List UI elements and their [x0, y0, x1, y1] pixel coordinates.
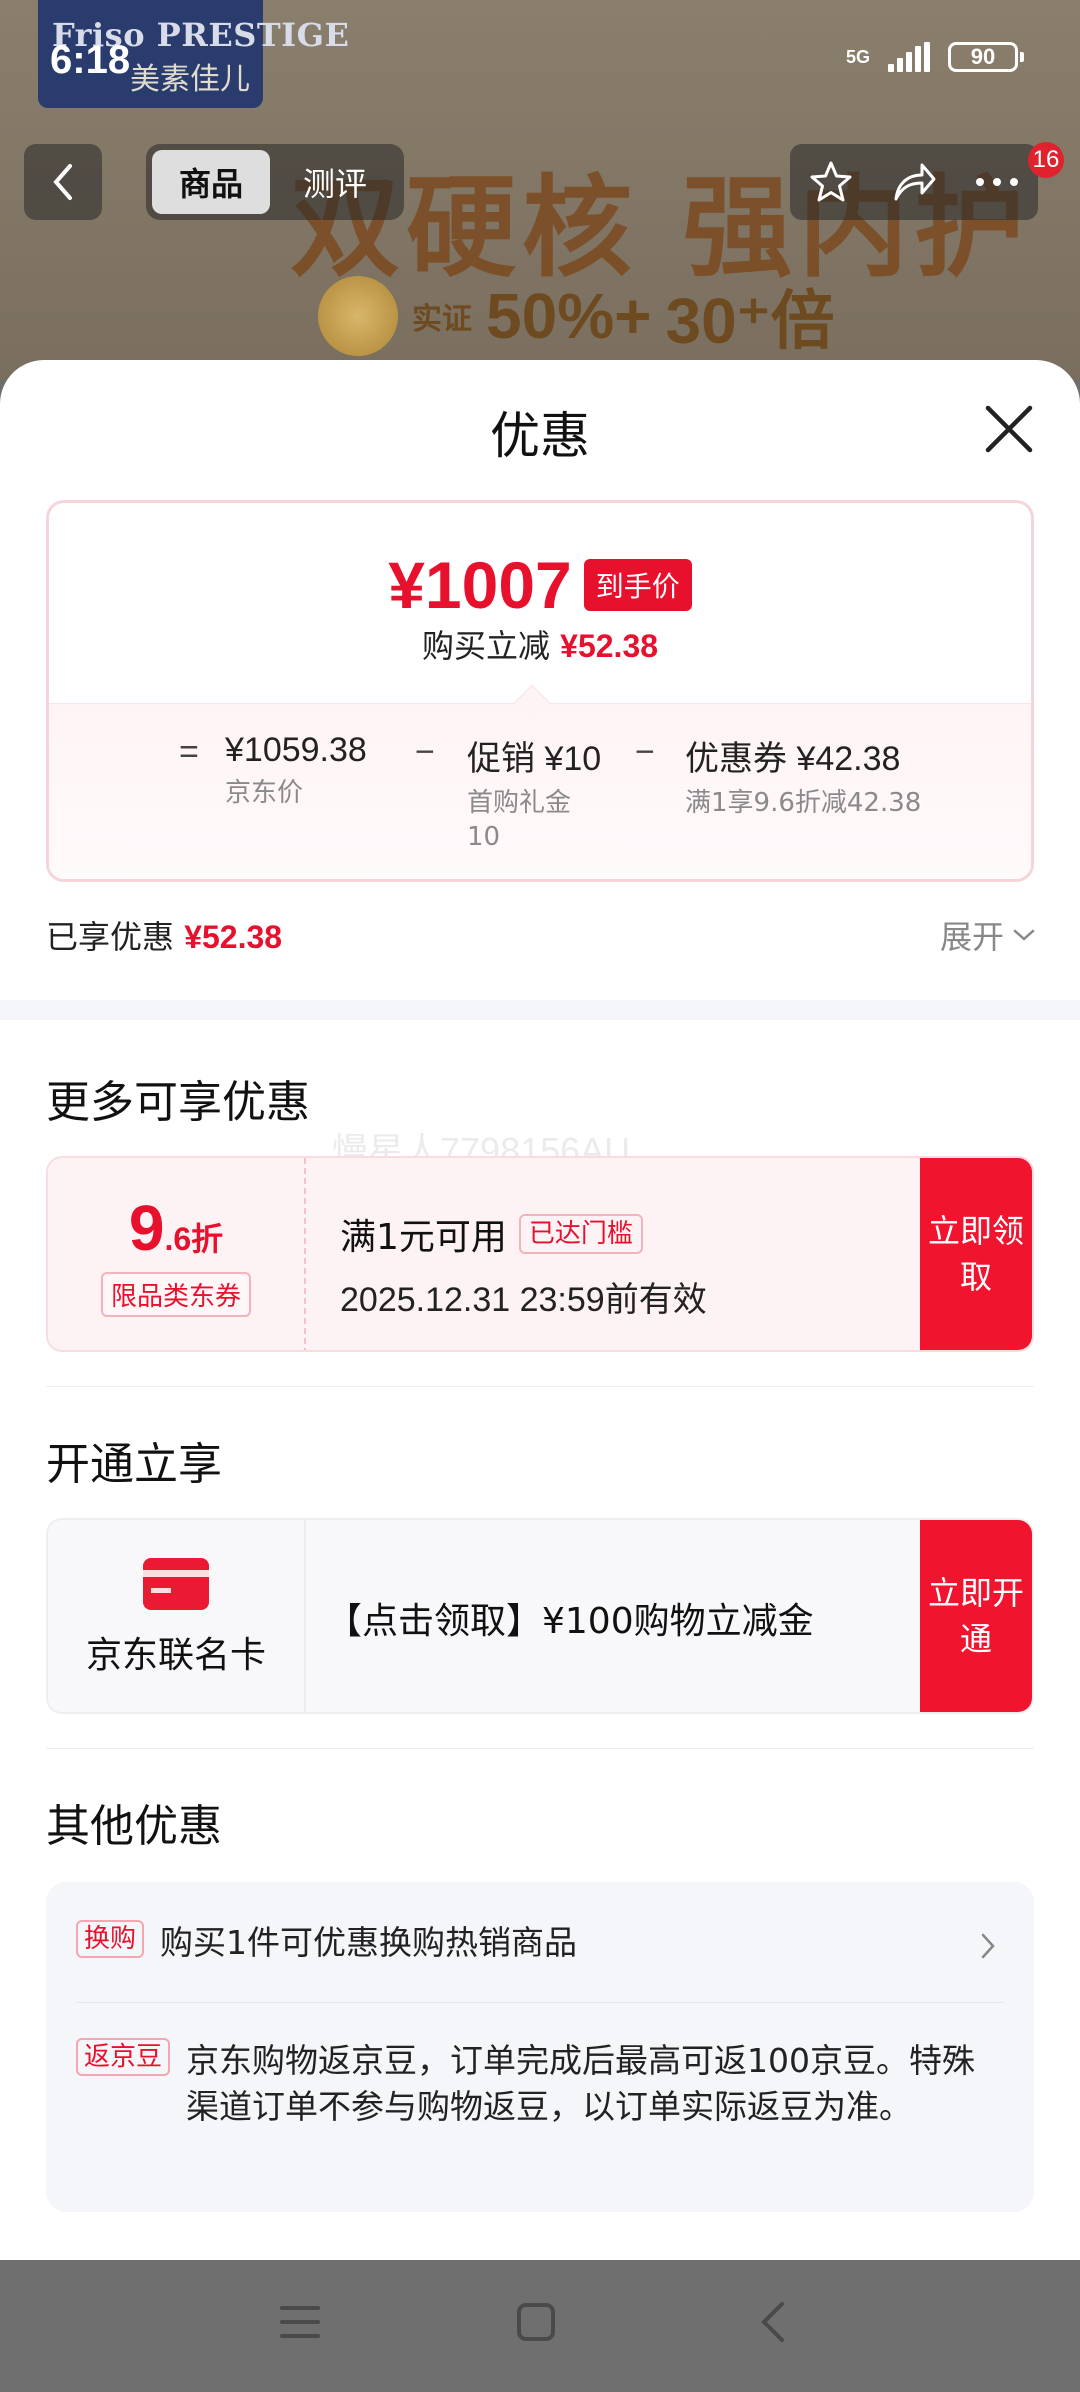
back-icon[interactable] [752, 2300, 796, 2344]
expand-button[interactable]: 展开 [940, 912, 1036, 958]
final-price: ¥1007 [388, 548, 572, 622]
divider [76, 2002, 1004, 2003]
chevron-right-icon[interactable] [978, 1930, 998, 1962]
co-brand-card-name: 京东联名卡 [85, 1635, 266, 1676]
list-item-exchange[interactable]: 换购 购买1件可优惠换购热销商品 [76, 1920, 936, 1966]
exchange-tag: 换购 [76, 1920, 145, 1958]
coupon-card: 9.6折 限品类东券 满1元可用 已达门槛 2025.12.31 23:59前有… [46, 1156, 1034, 1352]
instant-discount: 购买立减 ¥52.38 [421, 627, 659, 665]
list-item-jd-beans: 返京豆 京东购物返京豆，订单完成后最高可返100京豆。特殊渠道订单不参与购物返豆… [76, 2038, 976, 2130]
threshold-badge: 已达门槛 [518, 1214, 643, 1254]
message-badge: 16 [1028, 142, 1064, 178]
open-card-button[interactable]: 立即开通 [920, 1520, 1032, 1712]
jd-beans-tag: 返京豆 [76, 2038, 171, 2076]
enjoyed-discount: 已享优惠 ¥52.38 [46, 918, 283, 956]
favorite-star-icon[interactable] [808, 159, 854, 205]
chevron-left-icon [53, 164, 72, 200]
status-icons: 5G 90 [845, 42, 1024, 72]
battery-icon: 90 [948, 42, 1024, 72]
breakdown-promotion: 促销 ¥10 首购礼金10 [467, 740, 602, 852]
minus-sign: − [415, 733, 435, 771]
equals-sign: = [179, 733, 199, 771]
hero-ingredient-image [318, 276, 398, 356]
back-button[interactable] [24, 144, 102, 220]
minus-sign: − [635, 733, 655, 771]
tab-product[interactable]: 商品 [152, 150, 270, 214]
divider [46, 1748, 1034, 1749]
menu-icon[interactable] [278, 2300, 322, 2344]
status-time: 6:18 [50, 38, 131, 82]
tab-review[interactable]: 测评 [276, 159, 394, 205]
system-nav-bar [0, 2260, 1080, 2392]
other-discounts-list: 换购 购买1件可优惠换购热销商品 返京豆 京东购物返京豆，订单完成后最高可返10… [46, 1882, 1034, 2212]
coupon-validity: 2025.12.31 23:59前有效 [340, 1281, 707, 1319]
co-brand-card-text: 【点击领取】¥100购物立减金 [326, 1601, 814, 1642]
price-summary-card: ¥1007 到手价 购买立减 ¥52.38 = ¥1059.38 京东价 − 促… [46, 500, 1034, 882]
claim-coupon-button[interactable]: 立即领取 [920, 1158, 1032, 1350]
share-icon[interactable] [890, 159, 938, 205]
credit-card-icon [143, 1558, 209, 1610]
final-price-tag: 到手价 [583, 559, 692, 611]
section-separator [0, 1000, 1080, 1020]
open-to-enjoy-title: 开通立享 [46, 1439, 222, 1490]
more-icon[interactable] [974, 175, 1020, 189]
coupon-type: 限品类东券 [100, 1271, 251, 1317]
chevron-down-icon [1013, 929, 1035, 941]
co-brand-card-offer: 京东联名卡 【点击领取】¥100购物立减金 立即开通 [46, 1518, 1034, 1714]
coupon-discount: 9.6折 [128, 1191, 224, 1264]
more-discounts-title: 更多可享优惠 [46, 1077, 310, 1128]
network-label: 5G [845, 47, 870, 67]
sheet-title: 优惠 [490, 407, 590, 465]
top-actions [790, 144, 1038, 220]
discount-sheet: 优惠 ¥1007 到手价 购买立减 ¥52.38 = ¥1059.38 京东价 … [0, 360, 1080, 2260]
hero-claims: 实证 50%+ 30⁺倍 [318, 270, 834, 362]
other-discounts-title: 其他优惠 [46, 1801, 222, 1852]
signal-icon [888, 42, 930, 72]
divider [46, 1386, 1034, 1387]
coupon-condition: 满1元可用 [340, 1217, 507, 1258]
close-icon[interactable] [980, 400, 1038, 458]
breakdown-jd-price: ¥1059.38 京东价 [225, 731, 367, 808]
breakdown-coupon: 优惠券 ¥42.38 满1享9.6折减42.38 [685, 740, 922, 818]
home-icon[interactable] [514, 2300, 558, 2344]
page-tabs: 商品 测评 [146, 144, 404, 220]
